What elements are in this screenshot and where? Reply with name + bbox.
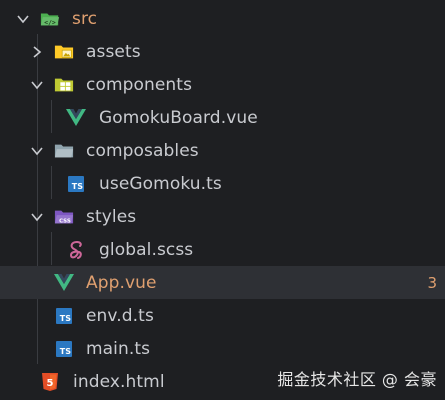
tree-item-label: env.d.ts (86, 305, 154, 326)
tree-item-label: App.vue (86, 272, 157, 293)
tree-item-label: index.html (73, 371, 165, 392)
tree-item-label: styles (86, 206, 137, 227)
tree-item-label: global.scss (99, 239, 194, 260)
tree-item-label: main.ts (86, 338, 151, 359)
watermark: 掘金技术社区 @ 会豪 (277, 370, 437, 389)
typescript-file-icon: TS (66, 174, 86, 194)
folder-assets-icon (54, 42, 74, 62)
chevron-down-icon[interactable] (30, 210, 44, 224)
chevron-down-icon[interactable] (30, 78, 44, 92)
tree-item-label: useGomoku.ts (99, 173, 222, 194)
typescript-file-icon: TS (54, 339, 74, 359)
problems-count-badge: 3 (427, 273, 437, 292)
tree-item-main-ts[interactable]: TS main.ts (0, 332, 445, 365)
tree-item-env-d-ts[interactable]: TS env.d.ts (0, 299, 445, 332)
folder-css-open-icon: CSS (54, 207, 74, 227)
chevron-right-icon[interactable] (30, 45, 44, 59)
sass-file-icon (66, 240, 86, 260)
ts-badge: TS (56, 307, 72, 324)
typescript-file-icon: TS (54, 306, 74, 326)
tree-item-composables[interactable]: composables (0, 134, 445, 167)
tree-item-use-gomoku-ts[interactable]: TS useGomoku.ts (0, 167, 445, 200)
tree-item-label: composables (86, 140, 199, 161)
chevron-down-icon[interactable] (30, 144, 44, 158)
tree-item-assets[interactable]: assets (0, 35, 445, 68)
folder-components-open-icon (54, 75, 74, 95)
tree-item-gomoku-board-vue[interactable]: GomokuBoard.vue (0, 101, 445, 134)
tree-item-label: assets (86, 41, 141, 62)
tree-item-app-vue[interactable]: App.vue 3 (0, 266, 445, 299)
tree-item-label: components (86, 74, 193, 95)
folder-src-open-icon: </> (40, 9, 60, 29)
tree-item-label: GomokuBoard.vue (99, 107, 258, 128)
tree-item-global-scss[interactable]: global.scss (0, 233, 445, 266)
tree-item-components[interactable]: components (0, 68, 445, 101)
chevron-down-icon[interactable] (16, 12, 30, 26)
svg-text:</>: </> (44, 19, 56, 26)
svg-text:5: 5 (47, 378, 54, 389)
tree-item-src[interactable]: </> src (0, 2, 445, 35)
tree-item-label: src (72, 8, 98, 29)
vue-file-icon (66, 108, 86, 128)
file-explorer-tree: </> src assets components GomokuBoard.vu… (0, 0, 445, 400)
html-file-icon: 5 (40, 372, 60, 392)
svg-text:CSS: CSS (59, 218, 71, 224)
ts-badge: TS (56, 340, 72, 357)
vue-file-icon (54, 273, 74, 293)
tree-item-styles[interactable]: CSS styles (0, 200, 445, 233)
ts-badge: TS (68, 175, 84, 192)
folder-composables-open-icon (54, 141, 74, 161)
